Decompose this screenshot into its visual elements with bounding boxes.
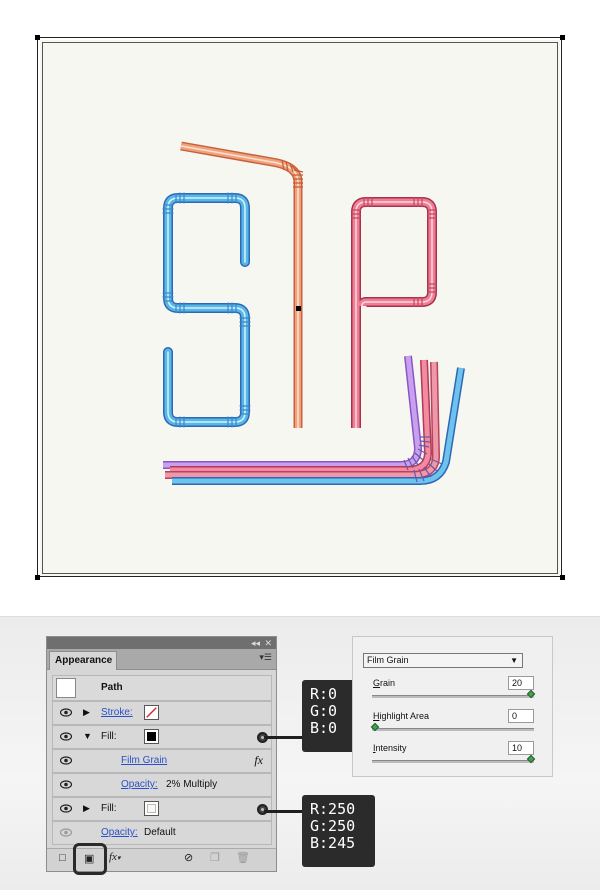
opacity-link[interactable]: Opacity: (121, 779, 158, 790)
film-grain-link[interactable]: Film Grain (121, 755, 167, 766)
eye-icon[interactable] (60, 828, 72, 837)
red-value: R:0 (310, 685, 338, 703)
callout-connector (264, 810, 302, 813)
blue-value: B:0 (310, 719, 338, 737)
close-panel-icon[interactable]: ✕ (264, 637, 272, 649)
opacity-value: 2% Multiply (166, 779, 218, 790)
eye-icon[interactable] (60, 732, 72, 741)
expand-triangle-icon[interactable]: ▶ (83, 803, 90, 814)
tab-appearance[interactable]: Appearance (49, 651, 117, 670)
grain-slider[interactable] (372, 689, 536, 699)
rgb-callout-black: R:0 G:0 B:0 (302, 680, 358, 752)
letter-s-straw (162, 192, 251, 428)
highlight-area-input[interactable]: 0 (508, 709, 534, 723)
collapse-panel-icon[interactable]: ◂◂ (251, 637, 260, 649)
eye-icon[interactable] (60, 756, 72, 765)
panel-title-bar: ◂◂ ✕ (47, 637, 276, 649)
green-value: G:250 (310, 817, 356, 835)
grain-input[interactable]: 20 (508, 676, 534, 690)
dropdown-arrow-icon: ▼ (510, 656, 518, 665)
eye-icon[interactable] (60, 780, 72, 789)
eye-icon[interactable] (60, 708, 72, 717)
duplicate-icon[interactable]: ❐ (210, 851, 220, 864)
effect-select[interactable]: Film Grain ▼ (363, 653, 523, 668)
intensity-slider-thumb[interactable] (526, 754, 536, 764)
stroke-none-swatch[interactable] (144, 705, 159, 720)
highlight-new-art-basic-appearance (73, 843, 107, 875)
fill-label: Fill: (101, 803, 117, 814)
path-label: Path (101, 682, 123, 693)
path-thumbnail (56, 678, 76, 698)
fill-black-swatch[interactable] (144, 729, 159, 744)
stroke-square-icon[interactable]: □ (59, 852, 66, 864)
fill-cream-swatch[interactable] (144, 801, 159, 816)
fx-icon[interactable]: fx▾ (109, 851, 120, 863)
callout-connector (264, 736, 302, 739)
panel-tab-row: Appearance ▾☰ (47, 649, 276, 670)
fill-label: Fill: (101, 731, 117, 742)
highlight-area-slider-thumb[interactable] (370, 722, 380, 732)
highlight-area-label: Highlight Area (373, 711, 430, 721)
blue-value: B:245 (310, 834, 356, 852)
fx-icon[interactable]: fx (254, 753, 263, 768)
grain-label: Grain (373, 678, 396, 688)
appearance-panel: ◂◂ ✕ Appearance ▾☰ Path ▶ Stroke: ▼ Fill… (46, 636, 277, 872)
fill-row-black[interactable]: ▼ Fill: (52, 725, 272, 749)
film-grain-settings-panel: Film Grain ▼ Grain 20 Highlight Area 0 I… (352, 636, 553, 777)
intensity-label: Intensity (373, 743, 407, 753)
intensity-slider[interactable] (372, 754, 536, 764)
path-row[interactable]: Path (52, 675, 272, 701)
green-value: G:0 (310, 702, 338, 720)
eye-icon[interactable] (60, 804, 72, 813)
effect-select-value: Film Grain (367, 655, 409, 665)
fill-opacity-row[interactable]: Opacity: 2% Multiply (52, 773, 272, 797)
canvas-area (0, 0, 600, 617)
trash-icon[interactable]: 🗑 (236, 851, 250, 864)
collapse-triangle-icon[interactable]: ▼ (83, 731, 92, 741)
stroke-row[interactable]: ▶ Stroke: (52, 701, 272, 725)
clear-appearance-icon[interactable]: ⊘ (184, 851, 193, 864)
object-opacity-row[interactable]: Opacity: Default (52, 821, 272, 845)
grain-slider-thumb[interactable] (526, 689, 536, 699)
highlight-area-slider[interactable] (370, 722, 534, 732)
fill-row-cream[interactable]: ▶ Fill: (52, 797, 272, 821)
opacity-link[interactable]: Opacity: (101, 827, 138, 838)
stroke-label[interactable]: Stroke: (101, 707, 133, 718)
expand-triangle-icon[interactable]: ▶ (83, 707, 90, 718)
panel-menu-icon[interactable]: ▾☰ (259, 652, 272, 663)
opacity-value: Default (144, 827, 176, 838)
straw-lettering-illustration (162, 141, 465, 485)
red-value: R:250 (310, 800, 356, 818)
intensity-input[interactable]: 10 (508, 741, 534, 755)
rgb-callout-cream: R:250 G:250 B:245 (302, 795, 375, 867)
film-grain-effect-row[interactable]: Film Grain fx (52, 749, 272, 773)
